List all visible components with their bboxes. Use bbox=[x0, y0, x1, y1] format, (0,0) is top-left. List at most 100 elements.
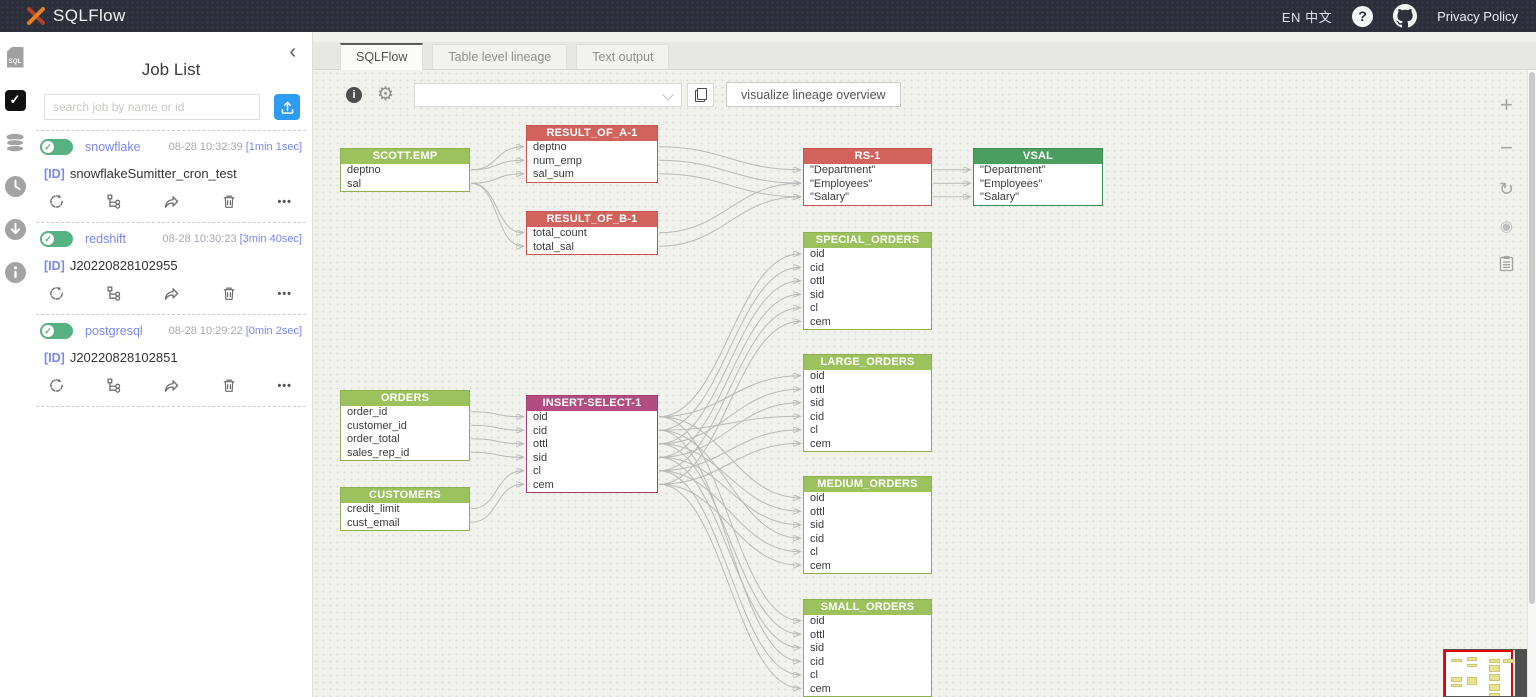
lineage-tree-icon[interactable] bbox=[106, 377, 123, 394]
job-search-input[interactable] bbox=[44, 94, 260, 120]
column-row[interactable]: deptno bbox=[527, 141, 657, 155]
column-row[interactable]: cl bbox=[527, 465, 657, 479]
node-title[interactable]: RESULT_OF_A-1 bbox=[527, 126, 657, 141]
column-row[interactable]: oid bbox=[527, 411, 657, 425]
more-actions-icon[interactable]: ••• bbox=[277, 380, 292, 392]
minimap[interactable] bbox=[1443, 649, 1531, 697]
scrollbar-thumb[interactable] bbox=[1529, 72, 1535, 604]
lineage-tree-icon[interactable] bbox=[106, 285, 123, 302]
node-title[interactable]: INSERT-SELECT-1 bbox=[527, 396, 657, 411]
lineage-tree-icon[interactable] bbox=[106, 193, 123, 210]
column-row[interactable]: customer_id bbox=[341, 420, 469, 434]
rerun-job-icon[interactable] bbox=[48, 377, 65, 394]
minimap-viewport[interactable] bbox=[1444, 650, 1513, 697]
copy-button[interactable] bbox=[687, 83, 714, 107]
node-title[interactable]: SMALL_ORDERS bbox=[804, 600, 931, 615]
zoom-out-icon[interactable]: − bbox=[1500, 137, 1513, 159]
visualize-lineage-overview-button[interactable]: visualize lineage overview bbox=[726, 82, 901, 107]
node-title[interactable]: ORDERS bbox=[341, 391, 469, 406]
more-actions-icon[interactable]: ••• bbox=[277, 288, 292, 300]
upload-job-button[interactable] bbox=[274, 94, 300, 120]
settings-gear-icon[interactable]: ⚙ bbox=[377, 85, 394, 104]
column-row[interactable]: total_sal bbox=[527, 241, 657, 255]
column-row[interactable]: cl bbox=[804, 424, 931, 438]
node-title[interactable]: SPECIAL_ORDERS bbox=[804, 233, 931, 248]
privacy-policy-link[interactable]: Privacy Policy bbox=[1437, 9, 1518, 24]
zoom-in-icon[interactable]: + bbox=[1500, 94, 1513, 116]
delete-job-icon[interactable] bbox=[221, 285, 237, 302]
column-row[interactable]: cl bbox=[804, 546, 931, 560]
download-icon[interactable] bbox=[4, 218, 26, 240]
node-title[interactable]: LARGE_ORDERS bbox=[804, 355, 931, 370]
column-row[interactable]: sid bbox=[527, 452, 657, 466]
rerun-job-icon[interactable] bbox=[48, 285, 65, 302]
column-row[interactable]: sid bbox=[804, 519, 931, 533]
node-title[interactable]: CUSTOMERS bbox=[341, 488, 469, 503]
center-locate-icon[interactable]: ◉ bbox=[1500, 219, 1513, 234]
column-row[interactable]: cust_email bbox=[341, 517, 469, 531]
lineage-node-LARGE_ORDERS[interactable]: LARGE_ORDERSoidottlsidcidclcem bbox=[803, 354, 932, 452]
column-row[interactable]: oid bbox=[804, 492, 931, 506]
column-row[interactable]: "Salary" bbox=[804, 191, 931, 205]
language-switch[interactable]: EN 中文 bbox=[1282, 7, 1332, 26]
export-clipboard-icon[interactable] bbox=[1499, 255, 1514, 272]
lineage-node-SCOTT.EMP[interactable]: SCOTT.EMPdeptnosal bbox=[340, 148, 470, 192]
tab-text-output[interactable]: Text output bbox=[576, 44, 669, 69]
column-row[interactable]: cid bbox=[527, 425, 657, 439]
job-success-toggle[interactable]: ✓ bbox=[40, 323, 73, 339]
tab-sqlflow[interactable]: SQLFlow bbox=[340, 43, 423, 70]
share-job-icon[interactable] bbox=[163, 193, 180, 210]
column-row[interactable]: sales_rep_id bbox=[341, 447, 469, 461]
node-title[interactable]: SCOTT.EMP bbox=[341, 149, 469, 164]
column-row[interactable]: ottl bbox=[804, 384, 931, 398]
column-row[interactable]: sal_sum bbox=[527, 168, 657, 182]
column-row[interactable]: "Salary" bbox=[974, 191, 1102, 205]
app-logo[interactable]: SQLFlow bbox=[26, 6, 126, 26]
tab-table-level-lineage[interactable]: Table level lineage bbox=[432, 44, 567, 69]
github-icon[interactable] bbox=[1393, 4, 1417, 28]
canvas-scrollbar[interactable] bbox=[1527, 70, 1536, 697]
lineage-node-RESULT_OF_A-1[interactable]: RESULT_OF_A-1deptnonum_empsal_sum bbox=[526, 125, 658, 183]
column-row[interactable]: sid bbox=[804, 289, 931, 303]
column-row[interactable]: "Department" bbox=[804, 164, 931, 178]
column-row[interactable]: sid bbox=[804, 397, 931, 411]
column-row[interactable]: cid bbox=[804, 533, 931, 547]
column-row[interactable]: cl bbox=[804, 669, 931, 683]
node-title[interactable]: RESULT_OF_B-1 bbox=[527, 212, 657, 227]
lineage-canvas[interactable]: i ⚙ visualize lineage overview SCO bbox=[313, 70, 1536, 697]
column-row[interactable]: sid bbox=[804, 642, 931, 656]
column-row[interactable]: "Department" bbox=[974, 164, 1102, 178]
delete-job-icon[interactable] bbox=[221, 377, 237, 394]
diagram-info-icon[interactable]: i bbox=[346, 87, 362, 103]
node-title[interactable]: RS-1 bbox=[804, 149, 931, 164]
more-actions-icon[interactable]: ••• bbox=[277, 196, 292, 208]
lineage-node-SPECIAL_ORDERS[interactable]: SPECIAL_ORDERSoidcidottlsidclcem bbox=[803, 232, 932, 330]
collapse-panel-icon[interactable]: ‹ bbox=[289, 45, 296, 59]
job-success-toggle[interactable]: ✓ bbox=[40, 139, 73, 155]
lineage-node-RESULT_OF_B-1[interactable]: RESULT_OF_B-1total_counttotal_sal bbox=[526, 211, 658, 255]
column-row[interactable]: ottl bbox=[804, 275, 931, 289]
column-row[interactable]: cem bbox=[804, 438, 931, 452]
job-success-toggle[interactable]: ✓ bbox=[40, 231, 73, 247]
column-row[interactable]: "Employees" bbox=[974, 178, 1102, 192]
column-row[interactable]: oid bbox=[804, 370, 931, 384]
column-row[interactable]: sal bbox=[341, 178, 469, 192]
column-row[interactable]: ottl bbox=[527, 438, 657, 452]
share-job-icon[interactable] bbox=[163, 285, 180, 302]
column-row[interactable]: cid bbox=[804, 656, 931, 670]
share-job-icon[interactable] bbox=[163, 377, 180, 394]
lineage-node-VSAL[interactable]: VSAL"Department""Employees""Salary" bbox=[973, 148, 1103, 206]
lineage-node-CUSTOMERS[interactable]: CUSTOMERScredit_limitcust_email bbox=[340, 487, 470, 531]
job-name-link[interactable]: redshift bbox=[85, 232, 126, 246]
node-title[interactable]: VSAL bbox=[974, 149, 1102, 164]
node-title[interactable]: MEDIUM_ORDERS bbox=[804, 477, 931, 492]
info-icon[interactable] bbox=[4, 261, 26, 283]
column-row[interactable]: ottl bbox=[804, 506, 931, 520]
column-row[interactable]: order_id bbox=[341, 406, 469, 420]
help-icon[interactable]: ? bbox=[1352, 6, 1373, 27]
sql-file-icon[interactable]: SQL bbox=[4, 46, 26, 68]
column-row[interactable]: deptno bbox=[341, 164, 469, 178]
job-name-link[interactable]: snowflake bbox=[85, 140, 141, 154]
refresh-icon[interactable]: ↻ bbox=[1499, 180, 1514, 198]
column-row[interactable]: ottl bbox=[804, 629, 931, 643]
